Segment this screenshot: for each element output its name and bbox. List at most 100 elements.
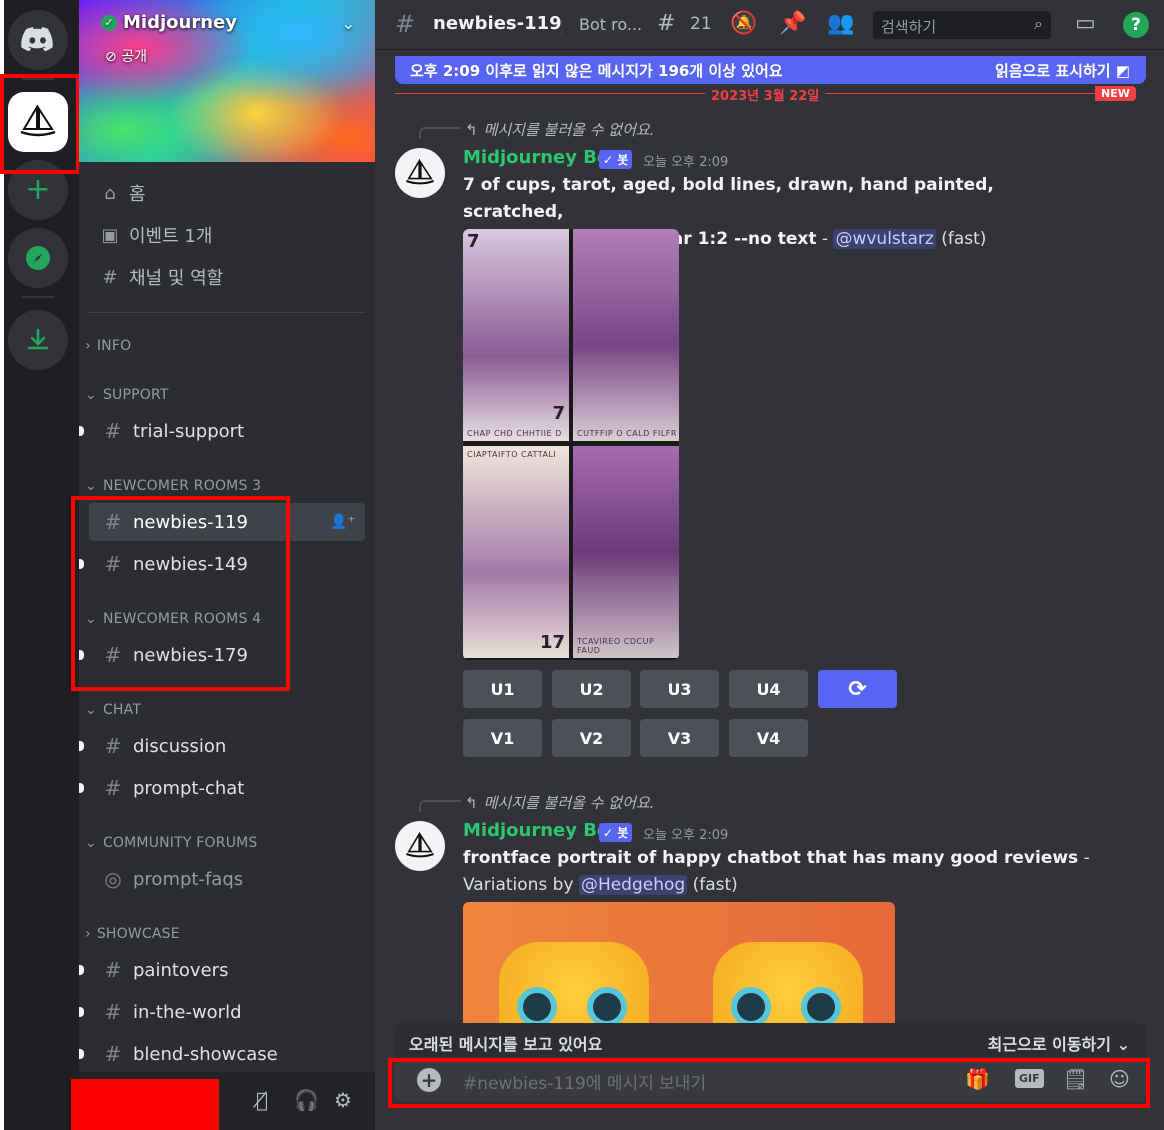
gear-icon[interactable]: ⚙ xyxy=(334,1088,352,1112)
chevron-down-icon: ⌄ xyxy=(1116,1035,1130,1054)
nav-events[interactable]: ▣ 이벤트 1개 xyxy=(99,222,212,248)
upscale-2-button[interactable]: U2 xyxy=(552,670,631,708)
mark-as-read-button[interactable]: 읽음으로 표시하기 ◩ xyxy=(995,60,1130,81)
mute-mic-icon[interactable]: 🎙̸ xyxy=(256,1088,268,1112)
hash-icon: # xyxy=(104,1042,122,1066)
upscale-3-button[interactable]: U3 xyxy=(640,670,719,708)
message-author[interactable]: Midjourney Bot xyxy=(463,820,618,841)
category-newcomer-rooms-3[interactable]: ⌄ NEWCOMER ROOMS 3 xyxy=(85,478,261,494)
search-input[interactable]: 검색하기 ⌕ xyxy=(873,11,1051,39)
tarot-image-grid[interactable]: 7 7 CHAP CHD CHHTIIE D CUTFFIP O CALD FI… xyxy=(463,229,679,660)
hash-icon: # xyxy=(104,734,122,758)
upscale-4-button[interactable]: U4 xyxy=(729,670,808,708)
refresh-icon: ⟳ xyxy=(848,676,867,702)
headphones-icon[interactable]: 🎧 xyxy=(294,1088,319,1112)
jump-to-present-button[interactable]: 최근으로 이동하기 ⌄ xyxy=(988,1031,1130,1055)
discord-logo-icon xyxy=(21,27,53,52)
channel-paintovers[interactable]: # paintovers xyxy=(79,951,365,989)
variation-2-button[interactable]: V2 xyxy=(552,719,631,757)
image-tile: TCAVIREO CDCUP FAUD xyxy=(573,446,679,658)
chevron-right-icon: › xyxy=(85,338,91,354)
message-timestamp: 오늘 오후 2:09 xyxy=(643,155,729,170)
unread-indicator xyxy=(79,426,84,436)
channel-topic[interactable]: Bot ro... xyxy=(579,15,642,34)
explore-servers-button[interactable] xyxy=(8,228,68,288)
category-support[interactable]: ⌄ SUPPORT xyxy=(85,387,169,403)
chatbot-image[interactable] xyxy=(463,902,895,1032)
bot-tag: ✓ 봇 xyxy=(599,150,633,169)
mark-read-icon: ◩ xyxy=(1115,62,1130,80)
server-header[interactable]: ✓ Midjourney xyxy=(101,12,237,33)
chevron-down-icon[interactable]: ⌄ xyxy=(342,14,355,33)
channel-trial-support[interactable]: # trial-support xyxy=(79,412,365,450)
new-badge: NEW xyxy=(1095,86,1136,101)
divider xyxy=(561,14,562,36)
category-showcase[interactable]: › SHOWCASE xyxy=(85,926,180,942)
variation-1-button[interactable]: V1 xyxy=(463,719,542,757)
chevron-down-icon: ⌄ xyxy=(85,835,97,851)
user-mention[interactable]: @wvulstarz xyxy=(833,229,936,249)
thread-hash-icon: # xyxy=(395,10,416,38)
channel-prompt-faqs[interactable]: ◎ prompt-faqs xyxy=(89,860,365,898)
upscale-1-button[interactable]: U1 xyxy=(463,670,542,708)
channel-discussion[interactable]: # discussion xyxy=(79,727,365,765)
redacted-user-block xyxy=(71,1079,219,1130)
message-content: frontface portrait of happy chatbot that… xyxy=(463,848,1090,895)
robot-figure xyxy=(713,942,863,1032)
discord-home-button[interactable] xyxy=(8,10,68,70)
download-apps-button[interactable] xyxy=(8,310,68,370)
channel-blend-showcase[interactable]: # blend-showcase xyxy=(79,1035,365,1073)
category-community-forums[interactable]: ⌄ COMMUNITY FORUMS xyxy=(85,835,258,851)
home-icon: ⌂ xyxy=(104,182,116,204)
inbox-icon[interactable]: ▭ xyxy=(1075,11,1096,36)
verified-check-icon: ✓ xyxy=(101,14,117,31)
member-list-icon[interactable]: 👥 xyxy=(827,11,854,36)
globe-icon: ⊘ xyxy=(105,49,117,65)
chat-area: # newbies-119 Bot ro... # 21 🔕 📌 👥 검색하기 … xyxy=(375,0,1164,1130)
invite-member-icon[interactable]: 👤⁺ xyxy=(330,514,355,530)
bot-tag: ✓ 봇 xyxy=(599,823,633,842)
highlight-server-box xyxy=(0,74,80,174)
image-tile: 7 7 CHAP CHD CHHTIIE D xyxy=(463,229,569,441)
category-info[interactable]: › INFO xyxy=(85,338,131,354)
unread-indicator xyxy=(79,965,84,975)
server-visibility: ⊘ 공개 xyxy=(105,49,147,65)
channel-prompt-chat[interactable]: # prompt-chat xyxy=(79,769,365,807)
message-author[interactable]: Midjourney Bot xyxy=(463,147,618,168)
variation-3-button[interactable]: V3 xyxy=(640,719,719,757)
reply-connector xyxy=(419,127,461,139)
midjourney-boat-icon xyxy=(406,159,434,185)
reply-arrow-icon: ↰ xyxy=(465,120,478,139)
channel-in-the-world[interactable]: # in-the-world xyxy=(79,993,365,1031)
chevron-down-icon: ⌄ xyxy=(85,478,97,494)
nav-channels-roles[interactable]: # 채널 및 역할 xyxy=(99,264,223,290)
reply-preview[interactable]: ↰ 메시지를 불러올 수 없어요. xyxy=(465,792,654,813)
robot-figure xyxy=(499,942,649,1032)
user-mention[interactable]: @Hedgehog xyxy=(578,875,688,895)
old-messages-bar: 오래된 메시지를 보고 있어요 최근으로 이동하기 ⌄ xyxy=(395,1023,1146,1057)
avatar[interactable] xyxy=(395,148,445,198)
threads-icon[interactable]: # xyxy=(657,11,675,36)
compass-icon xyxy=(26,246,50,270)
forum-icon: ◎ xyxy=(104,867,122,891)
help-icon[interactable]: ? xyxy=(1123,12,1149,38)
mute-bell-icon[interactable]: 🔕 xyxy=(730,11,757,36)
pin-icon[interactable]: 📌 xyxy=(779,11,806,36)
hash-icon: # xyxy=(104,1000,122,1024)
variation-4-button[interactable]: V4 xyxy=(729,719,808,757)
date-label: 2023년 3월 22일 xyxy=(705,85,826,104)
reroll-button[interactable]: ⟳ xyxy=(818,670,897,708)
calendar-icon: ▣ xyxy=(101,224,119,246)
rail-separator xyxy=(22,296,54,298)
search-icon: ⌕ xyxy=(1034,14,1043,33)
channel-browse-icon: # xyxy=(102,266,118,288)
avatar[interactable] xyxy=(395,821,445,871)
download-icon xyxy=(27,328,49,350)
unread-banner[interactable]: 오후 2:09 이후로 읽지 않은 메시지가 196개 이상 있어요 읽음으로 … xyxy=(395,56,1146,84)
hash-icon: # xyxy=(104,958,122,982)
category-chat[interactable]: ⌄ CHAT xyxy=(85,702,141,718)
reply-preview[interactable]: ↰ 메시지를 불러올 수 없어요. xyxy=(465,119,654,140)
unread-indicator xyxy=(79,1049,84,1059)
image-tile: CUTFFIP O CALD FILFR xyxy=(573,229,679,441)
nav-home[interactable]: ⌂ 홈 xyxy=(99,180,145,206)
